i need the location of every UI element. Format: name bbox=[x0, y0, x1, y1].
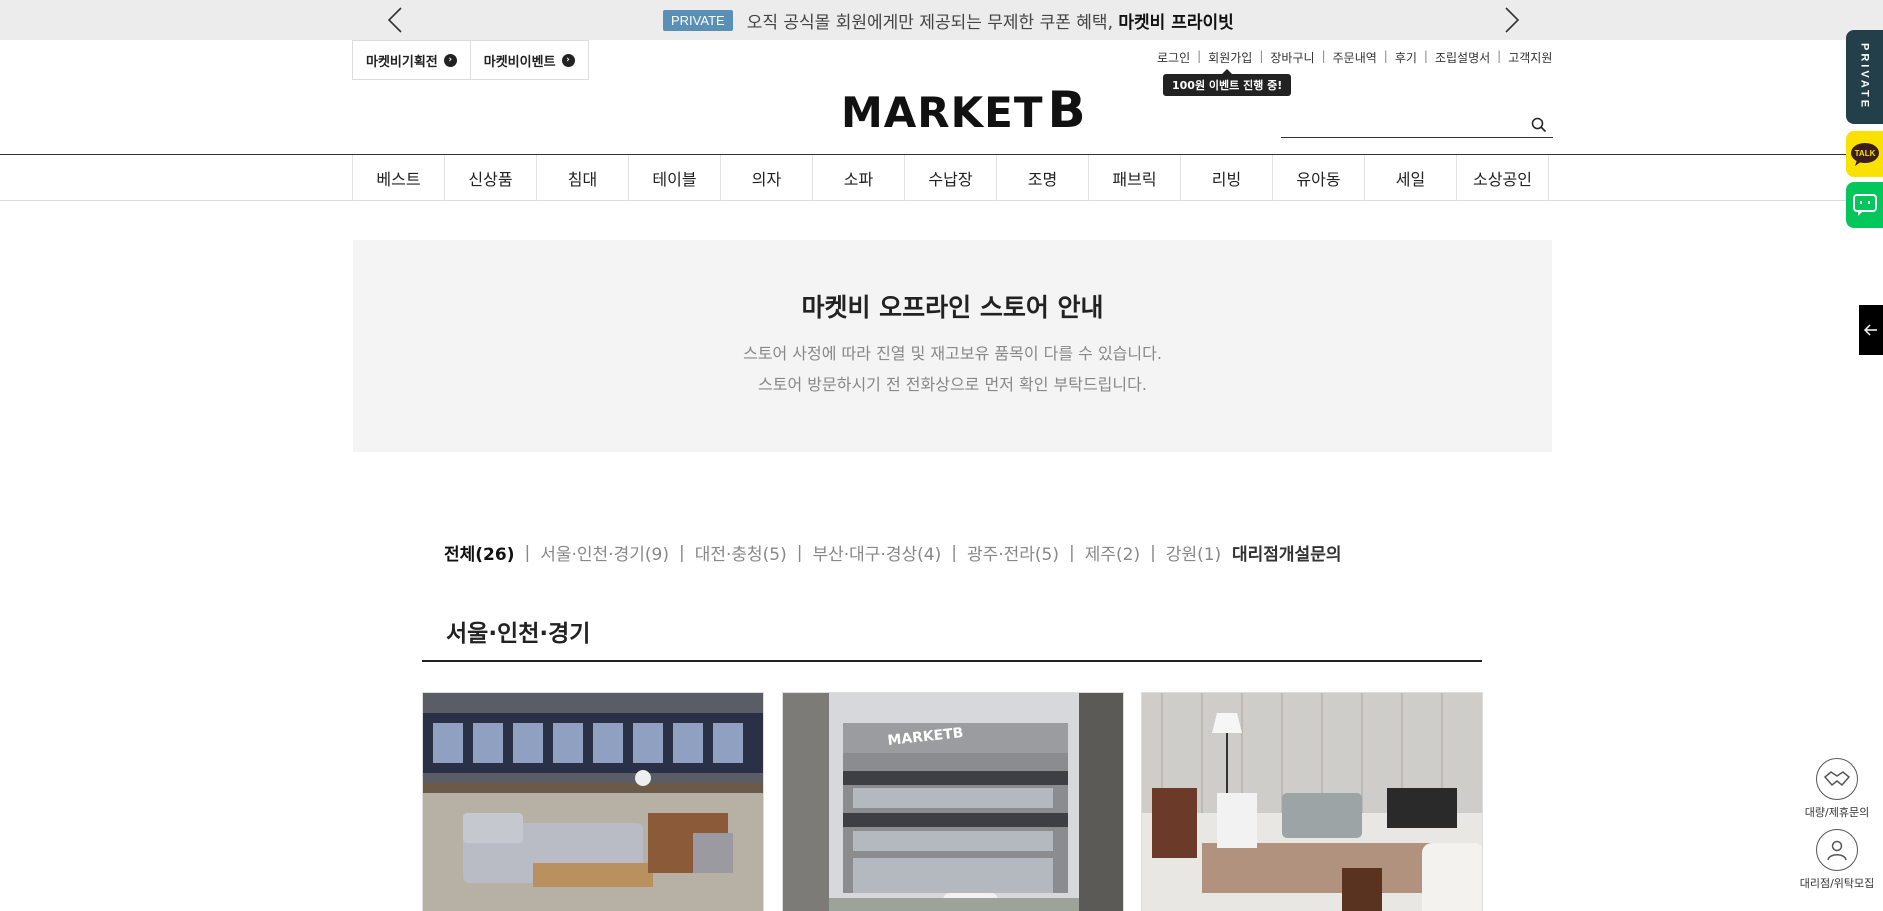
util-login[interactable]: 로그인 bbox=[1157, 49, 1190, 66]
arrow-left-icon bbox=[1864, 324, 1877, 336]
nav-item-best[interactable]: 베스트 bbox=[353, 155, 445, 201]
promo-prev-arrow-icon[interactable] bbox=[381, 6, 411, 34]
chevron-right-icon: › bbox=[561, 53, 575, 67]
store-card[interactable]: MARKETB bbox=[782, 692, 1124, 911]
promo-text: 오직 공식몰 회원에게만 제공되는 무제한 쿠폰 혜택, bbox=[746, 12, 1113, 33]
tab-all[interactable]: 전체(26) bbox=[444, 540, 514, 565]
promo-text-bold: 마켓비 프라이빗 bbox=[1118, 12, 1234, 33]
nav-item-chair[interactable]: 의자 bbox=[721, 155, 813, 201]
section-divider bbox=[422, 660, 1482, 662]
agency-inquiry-link[interactable]: 대리점개설문의 bbox=[1232, 540, 1341, 565]
partner-inquiry-link[interactable]: 대량/제휴문의 bbox=[1787, 758, 1883, 820]
kakao-talk-button[interactable]: TALK bbox=[1846, 131, 1883, 177]
naver-chat-button[interactable] bbox=[1846, 182, 1883, 228]
tab-gangwon[interactable]: 강원(1) bbox=[1166, 540, 1221, 565]
tab-jeju[interactable]: 제주(2) bbox=[1085, 540, 1140, 565]
quick-link-event[interactable]: 마켓비이벤트 › bbox=[470, 40, 589, 80]
nav-item-living[interactable]: 리빙 bbox=[1181, 155, 1273, 201]
util-manuals[interactable]: 조립설명서 bbox=[1435, 49, 1490, 66]
person-icon bbox=[1816, 829, 1858, 871]
section-title: 서울·인천·경기 bbox=[446, 621, 591, 647]
promo-next-arrow-icon[interactable] bbox=[1496, 6, 1526, 34]
util-cart[interactable]: 장바구니 bbox=[1270, 49, 1314, 66]
nav-item-sale[interactable]: 세일 bbox=[1365, 155, 1457, 201]
quick-link-exhibition[interactable]: 마켓비기획전 › bbox=[352, 40, 471, 80]
agency-recruit-link[interactable]: 대리점/위탁모집 bbox=[1787, 829, 1883, 891]
handshake-icon bbox=[1816, 758, 1858, 800]
nav-item-fabric[interactable]: 패브릭 bbox=[1089, 155, 1181, 201]
nav-item-sofa[interactable]: 소파 bbox=[813, 155, 905, 201]
info-line-2: 스토어 방문하시기 전 전화상으로 먼저 확인 부탁드립니다. bbox=[758, 375, 1147, 394]
store-image-showroom bbox=[1142, 693, 1482, 911]
nav-item-business[interactable]: 소상공인 bbox=[1457, 155, 1549, 201]
nav-item-new[interactable]: 신상품 bbox=[445, 155, 537, 201]
main-nav: 베스트 신상품 침대 테이블 의자 소파 수납장 조명 패브릭 리빙 유아동 세… bbox=[0, 154, 1883, 201]
svg-text:TALK: TALK bbox=[1854, 149, 1875, 158]
site-logo[interactable]: MARKETB bbox=[841, 85, 1087, 135]
nav-item-lighting[interactable]: 조명 bbox=[997, 155, 1089, 201]
util-orders[interactable]: 주문내역 bbox=[1333, 49, 1377, 66]
event-tooltip: 100원 이벤트 진행 중! bbox=[1163, 69, 1292, 96]
private-badge: PRIVATE bbox=[663, 9, 733, 31]
private-side-tab[interactable]: PRIVATE bbox=[1846, 30, 1883, 124]
chat-bubble-icon bbox=[1852, 194, 1877, 216]
tab-seoul[interactable]: 서울·인천·경기(9) bbox=[540, 540, 669, 565]
util-reviews[interactable]: 후기 bbox=[1395, 49, 1417, 66]
tab-busan[interactable]: 부산·대구·경상(4) bbox=[812, 540, 941, 565]
store-card[interactable] bbox=[1141, 692, 1483, 911]
nav-item-bed[interactable]: 침대 bbox=[537, 155, 629, 201]
tab-gwangju[interactable]: 광주·전라(5) bbox=[967, 540, 1059, 565]
search-input[interactable] bbox=[1281, 112, 1511, 136]
promo-message[interactable]: PRIVATE 오직 공식몰 회원에게만 제공되는 무제한 쿠폰 혜택, 마켓비… bbox=[663, 9, 1234, 33]
nav-item-table[interactable]: 테이블 bbox=[629, 155, 721, 201]
collapse-arrow-button[interactable] bbox=[1859, 305, 1883, 355]
region-tabs: 전체(26) | 서울·인천·경기(9) | 대전·충청(5) | 부산·대구·경상(… bbox=[444, 540, 1221, 566]
nav-item-storage[interactable]: 수납장 bbox=[905, 155, 997, 201]
quick-links: 마켓비기획전 › 마켓비이벤트 › bbox=[352, 40, 589, 80]
store-info-box: 마켓비 오프라인 스토어 안내 스토어 사정에 따라 진열 및 재고보유 품목이… bbox=[353, 240, 1552, 452]
chevron-right-icon: › bbox=[443, 53, 457, 67]
page-title: 마켓비 오프라인 스토어 안내 bbox=[801, 293, 1104, 322]
store-image-building: MARKETB bbox=[783, 693, 1123, 911]
search-icon[interactable] bbox=[1531, 117, 1547, 133]
info-line-1: 스토어 사정에 따라 진열 및 재고보유 품목이 다를 수 있습니다. bbox=[743, 344, 1162, 363]
nav-item-kids[interactable]: 유아동 bbox=[1273, 155, 1365, 201]
tab-daejeon[interactable]: 대전·충청(5) bbox=[695, 540, 787, 565]
promo-bar: PRIVATE 오직 공식몰 회원에게만 제공되는 무제한 쿠폰 혜택, 마켓비… bbox=[0, 0, 1883, 40]
store-image-cafe bbox=[423, 693, 763, 911]
util-signup[interactable]: 회원가입 bbox=[1208, 49, 1252, 66]
store-card[interactable] bbox=[422, 692, 764, 911]
search-bar bbox=[1281, 112, 1553, 138]
utility-links: 로그인 | 회원가입 | 장바구니 | 주문내역 | 후기 | 조립설명서 | 고객지원 bbox=[1157, 49, 1553, 66]
kakao-talk-icon: TALK bbox=[1850, 143, 1879, 166]
util-support[interactable]: 고객지원 bbox=[1508, 49, 1552, 66]
